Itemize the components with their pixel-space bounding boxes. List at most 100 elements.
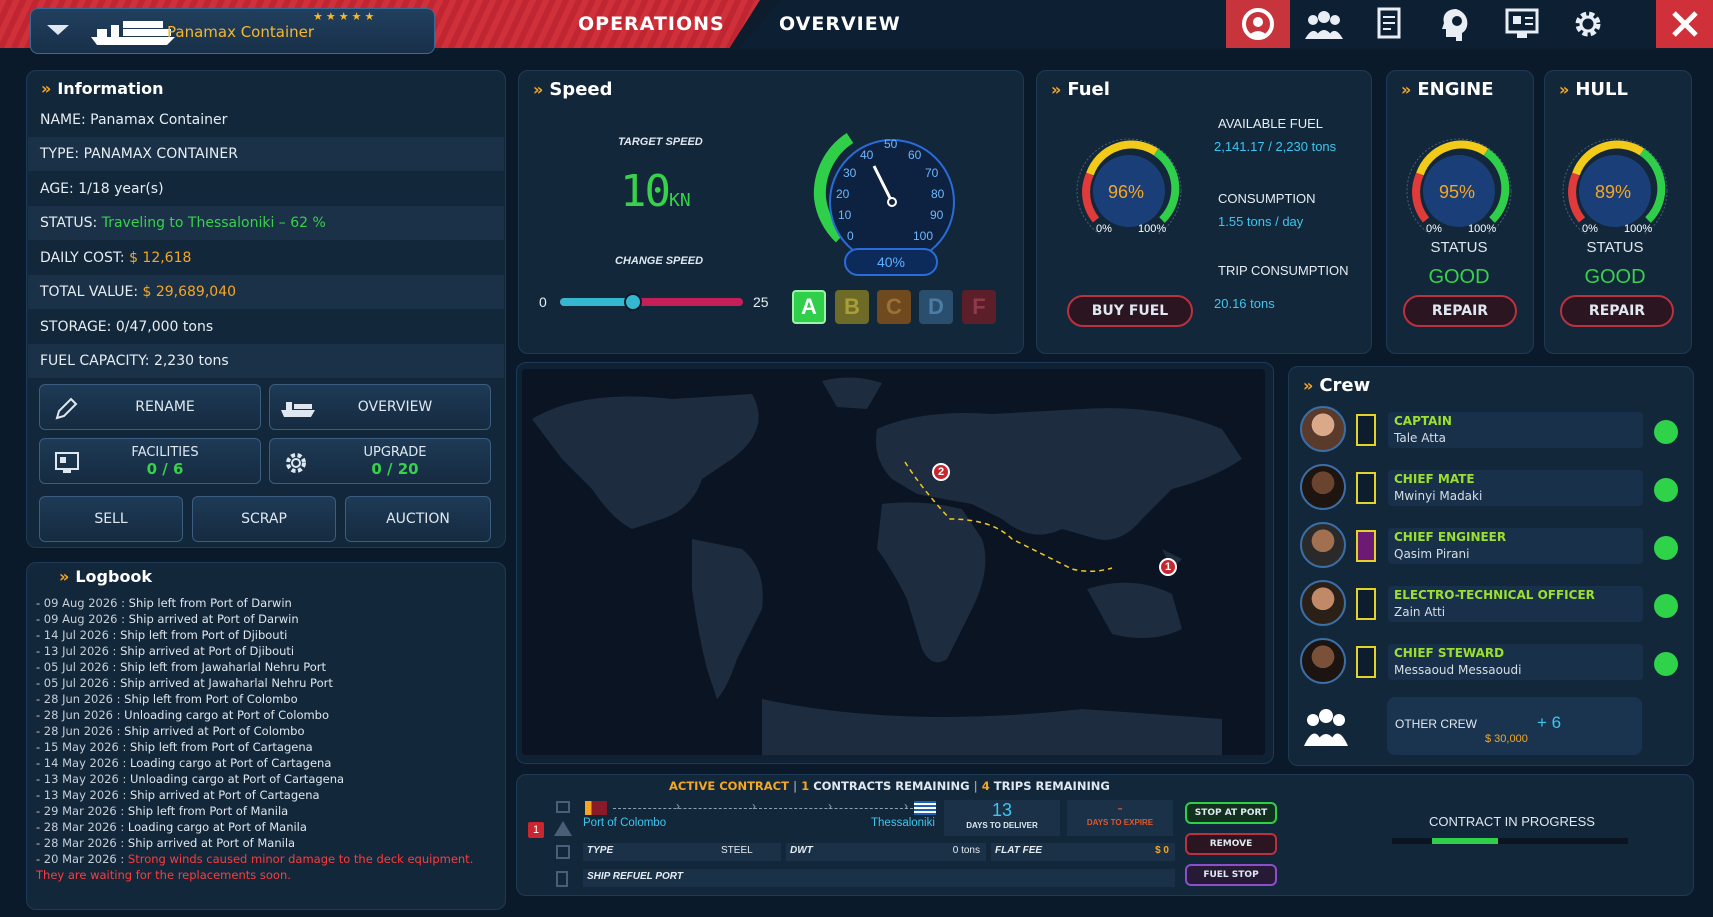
fuel-title: » Fuel (1051, 79, 1110, 100)
separator: | (973, 779, 978, 793)
facilities-count: 0 / 6 (146, 459, 184, 478)
tab-operations[interactable]: OPERATIONS (578, 13, 725, 35)
logbook-panel: » Logbook - 09 Aug 2026 : Ship left from … (26, 562, 506, 910)
log-entry: - 05 Jul 2026 : Ship left from Jawaharla… (36, 660, 326, 674)
info-value: 0/47,000 tons (115, 319, 214, 335)
grade-b[interactable]: B (835, 290, 869, 324)
speed-title: » Speed (533, 79, 613, 100)
grade-c[interactable]: C (877, 290, 911, 324)
contract-header: ACTIVE CONTRACT | 1 CONTRACTS REMAINING … (669, 779, 1110, 793)
target-speed-label: TARGET SPEED (618, 136, 703, 148)
dwt-label: DWT (790, 845, 813, 856)
chevron-icon: » (1401, 80, 1412, 99)
map-marker-1[interactable]: 1 (1159, 558, 1177, 576)
documents-icon (1377, 7, 1401, 39)
map-marker-1-label: 1 (1164, 561, 1172, 573)
crew-member-chief-steward[interactable]: CHIEF STEWARD Messaoud Messaoudi (1300, 638, 1695, 692)
engine-status-value: GOOD (1428, 266, 1490, 288)
other-crew-box[interactable]: OTHER CREW + 6 $ 30,000 (1387, 697, 1642, 755)
trips-remaining-label: TRIPS REMAINING (993, 779, 1110, 793)
auction-button[interactable]: AUCTION (345, 496, 491, 542)
gauge-tick: 80 (931, 187, 945, 201)
crew-member-captain[interactable]: CAPTAIN Tale Atta (1300, 406, 1695, 460)
grade-a[interactable]: A (792, 290, 826, 324)
gear-icon (286, 453, 306, 473)
crew-info: ELECTRO-TECHNICAL OFFICER Zain Atti (1388, 586, 1643, 622)
crew-member-eto[interactable]: ELECTRO-TECHNICAL OFFICER Zain Atti (1300, 580, 1695, 634)
route-to: Thessaloniki (871, 817, 935, 829)
fuel-stop-button[interactable]: FUEL STOP (1185, 864, 1277, 886)
crew-name: Messaoud Messaoudi (1394, 663, 1522, 677)
speed-title-text: Speed (549, 79, 613, 100)
stop-at-port-button[interactable]: STOP AT PORT (1185, 802, 1277, 824)
info-value: 1/18 year(s) (78, 181, 164, 197)
gauge-tick: 20 (836, 187, 850, 201)
route-from: Port of Colombo (583, 817, 667, 829)
speed-slider-fill (560, 298, 634, 306)
nav-crew-button[interactable] (1292, 0, 1356, 48)
info-label: AGE: (40, 181, 74, 197)
close-icon (1671, 11, 1698, 37)
facilities-button[interactable]: FACILITIES 0 / 6 (39, 438, 261, 484)
crew-role: CHIEF STEWARD (1394, 646, 1505, 660)
nav-captain-button[interactable] (1226, 0, 1290, 48)
consumption-value: 1.55 tons / day (1218, 214, 1304, 229)
info-label: STATUS: (40, 215, 98, 231)
gauge-tick: 90 (930, 208, 944, 222)
sell-button[interactable]: SELL (39, 496, 183, 542)
nav-settings-button[interactable] (1556, 0, 1620, 48)
other-crew-count: + 6 (1537, 713, 1562, 732)
calendar-icon (556, 845, 570, 859)
world-map[interactable]: 1 2 (522, 369, 1265, 755)
dwt-value: 0 tons (952, 845, 980, 856)
crew-info: CAPTAIN Tale Atta (1388, 412, 1643, 448)
crew-info: CHIEF ENGINEER Qasim Pirani (1388, 528, 1643, 564)
speed-slider[interactable] (560, 293, 743, 311)
overview-button[interactable]: OVERVIEW (269, 384, 491, 430)
ship-name: Panamax Container (167, 23, 315, 41)
nav-documents-button[interactable] (1358, 0, 1422, 48)
ship-icon (281, 402, 315, 417)
chevron-icon: » (1051, 80, 1062, 99)
rank-insignia-icon (1356, 646, 1376, 678)
nav-brain-button[interactable] (1424, 0, 1488, 48)
flat-fee-value: $ 0 (1155, 845, 1169, 856)
rename-button[interactable]: RENAME (39, 384, 261, 430)
chevron-down-icon[interactable] (47, 25, 69, 35)
nav-facilities-button[interactable] (1490, 0, 1554, 48)
grade-d[interactable]: D (919, 290, 953, 324)
log-entry: - 28 Jun 2026 : Unloading cargo at Port … (36, 708, 330, 722)
engine-gauge-min: 0% (1426, 223, 1442, 235)
logbook-list[interactable]: - 09 Aug 2026 : Ship left from Port of D… (36, 595, 498, 907)
info-row-name: NAME: Panamax Container (28, 103, 504, 137)
flat-fee-label: FLAT FEE (995, 845, 1043, 856)
grade-f[interactable]: F (962, 290, 996, 324)
info-row-type: TYPE: PANAMAX CONTAINER (28, 137, 504, 171)
close-button[interactable] (1656, 0, 1713, 48)
buy-fuel-button[interactable]: BUY FUEL (1067, 295, 1193, 327)
pencil-icon (55, 397, 78, 420)
flag-sri-lanka-icon (585, 801, 607, 815)
rename-label: RENAME (135, 399, 195, 415)
info-label: FUEL CAPACITY: (40, 353, 150, 369)
tab-overview[interactable]: OVERVIEW (779, 13, 901, 35)
upgrade-button[interactable]: UPGRADE 0 / 20 (269, 438, 491, 484)
route-icon (556, 801, 570, 813)
crew-member-chief-engineer[interactable]: CHIEF ENGINEER Qasim Pirani (1300, 522, 1695, 576)
smiley-icon (1654, 652, 1678, 676)
crew-info: CHIEF STEWARD Messaoud Messaoudi (1388, 644, 1643, 680)
hull-repair-button[interactable]: REPAIR (1560, 295, 1674, 327)
smiley-icon (1654, 594, 1678, 618)
scrap-button[interactable]: SCRAP (192, 496, 336, 542)
smiley-icon (1654, 420, 1678, 444)
info-value: $ 29,689,040 (142, 284, 237, 300)
crew-name: Mwinyi Madaki (1394, 489, 1483, 503)
target-speed-number: 10 (620, 166, 671, 217)
map-marker-2[interactable]: 2 (932, 463, 950, 481)
remove-button[interactable]: REMOVE (1185, 833, 1277, 855)
crew-member-chief-mate[interactable]: CHIEF MATE Mwinyi Madaki (1300, 464, 1695, 518)
ship-selector[interactable]: Panamax Container ★★★★★ (30, 8, 435, 54)
engine-repair-button[interactable]: REPAIR (1403, 295, 1517, 327)
log-entry: - 13 May 2026 : Unloading cargo at Port … (36, 772, 345, 786)
smiley-icon (1654, 478, 1678, 502)
